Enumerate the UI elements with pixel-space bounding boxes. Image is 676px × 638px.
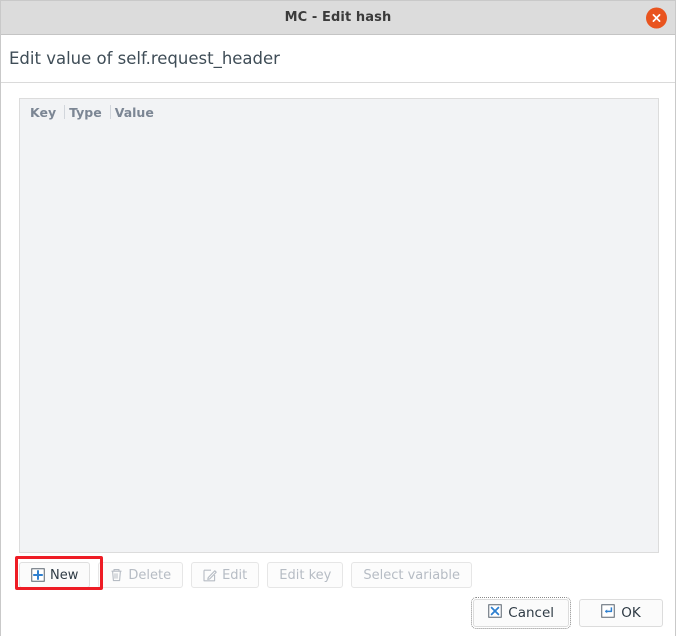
column-header-value: Value	[114, 104, 154, 120]
trash-icon	[110, 568, 123, 582]
delete-button-label: Delete	[128, 567, 172, 583]
cancel-x-box-icon	[488, 604, 503, 622]
list-toolbar: New Delete Edit Edit key Select variable	[15, 556, 657, 594]
select-variable-button-label: Select variable	[363, 567, 461, 583]
title-bar: MC - Edit hash	[1, 1, 675, 35]
dialog-body: Key Type Value New Delete Edit Edit key …	[1, 83, 675, 594]
close-button[interactable]	[646, 7, 667, 28]
new-button[interactable]: New	[19, 562, 91, 588]
window-title: MC - Edit hash	[284, 10, 392, 25]
pencil-edit-icon	[203, 568, 217, 582]
enter-return-icon	[601, 604, 615, 622]
edit-button[interactable]: Edit	[191, 562, 260, 588]
column-header-key: Key	[30, 104, 57, 120]
ok-button-label: OK	[621, 605, 641, 621]
ok-button[interactable]: OK	[579, 599, 663, 627]
edit-hash-dialog: MC - Edit hash Edit value of self.reques…	[0, 0, 676, 638]
delete-button[interactable]: Delete	[98, 562, 184, 588]
edit-key-button-label: Edit key	[279, 567, 332, 583]
page-title: Edit value of self.request_header	[9, 49, 280, 68]
hash-entries-list[interactable]: Key Type Value	[19, 98, 659, 553]
edit-button-label: Edit	[222, 567, 248, 583]
new-button-label: New	[50, 567, 79, 583]
list-header-row: Key Type Value	[20, 99, 658, 125]
cancel-button-label: Cancel	[508, 605, 554, 621]
select-variable-button[interactable]: Select variable	[351, 562, 473, 588]
close-x-icon	[652, 13, 661, 22]
cancel-button[interactable]: Cancel	[471, 597, 571, 629]
dialog-footer: Cancel OK	[1, 594, 675, 638]
list-rows-empty	[20, 125, 658, 552]
header-band: Edit value of self.request_header	[1, 35, 675, 83]
edit-key-button[interactable]: Edit key	[267, 562, 344, 588]
column-header-type: Type	[69, 104, 102, 120]
plus-box-icon	[31, 568, 45, 582]
